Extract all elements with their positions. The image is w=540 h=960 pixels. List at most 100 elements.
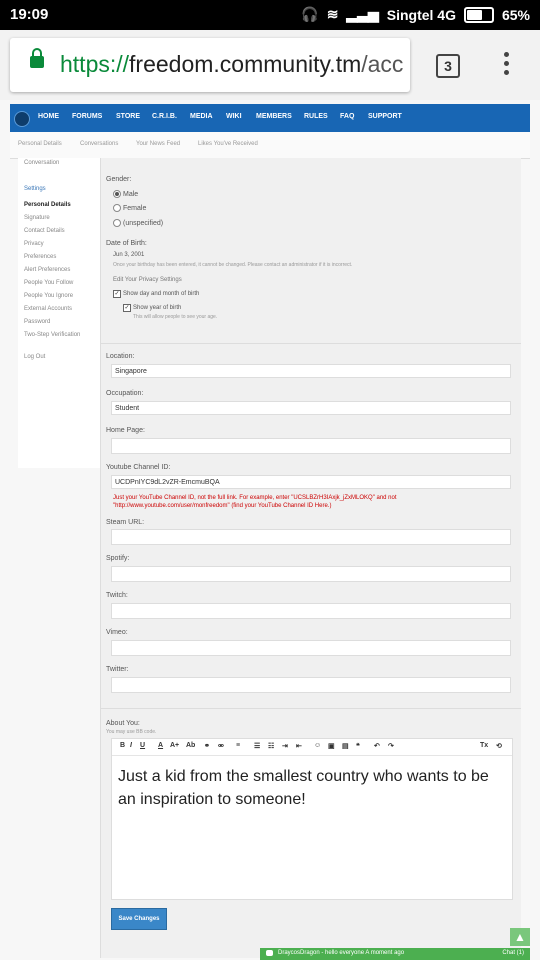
steam-input[interactable] <box>111 529 511 545</box>
vimeo-label: Vimeo: <box>106 629 128 636</box>
nav-members[interactable]: MEMBERS <box>256 113 292 120</box>
outdent-icon[interactable]: ⇤ <box>296 742 302 750</box>
nav-crib[interactable]: C.R.I.B. <box>152 113 177 120</box>
chat-count[interactable]: Chat (1) <box>502 950 524 956</box>
show-dm-checkbox[interactable]: ✓ <box>113 290 121 298</box>
location-input[interactable]: Singapore <box>111 364 511 378</box>
sidebar-section-settings[interactable]: Settings <box>24 186 46 192</box>
twitter-input[interactable] <box>111 677 511 693</box>
font-family-icon[interactable]: Ab <box>186 742 195 749</box>
save-changes-button[interactable]: Save Changes <box>111 908 167 930</box>
subnav-conversations[interactable]: Conversations <box>80 141 118 147</box>
twitch-input[interactable] <box>111 603 511 619</box>
font-size-icon[interactable]: A+ <box>170 742 179 749</box>
show-year-note: This will allow people to see your age. <box>133 314 218 320</box>
address-bar[interactable]: https://freedom.community.tm/acc <box>10 38 410 92</box>
divider <box>101 343 521 344</box>
sidebar-item-conversation[interactable]: Conversation <box>24 160 59 166</box>
quote-icon[interactable]: ❝ <box>356 742 360 750</box>
gender-male-radio[interactable] <box>113 190 121 198</box>
italic-icon[interactable]: I <box>130 742 132 749</box>
image-icon[interactable]: ▣ <box>328 742 335 750</box>
url-text[interactable]: https://freedom.community.tm/acc <box>60 51 403 78</box>
about-text[interactable]: Just a kid from the smallest country who… <box>118 765 498 811</box>
show-year-checkbox[interactable]: ✓ <box>123 304 131 312</box>
sidebar-item-people-you-ignore[interactable]: People You Ignore <box>24 293 73 299</box>
nav-store[interactable]: STORE <box>116 113 140 120</box>
web-page: HOME FORUMS STORE C.R.I.B. MEDIA WIKI ME… <box>0 100 540 960</box>
nav-faq[interactable]: FAQ <box>340 113 354 120</box>
sidebar-item-contact-details[interactable]: Contact Details <box>24 228 65 234</box>
browser-toolbar: https://freedom.community.tm/acc 3 <box>0 30 540 100</box>
font-color-icon[interactable]: A <box>158 742 163 749</box>
dob-label: Date of Birth: <box>106 240 147 247</box>
sidebar-item-signature[interactable]: Signature <box>24 215 50 221</box>
about-label: About You: <box>106 720 140 727</box>
nav-support[interactable]: SUPPORT <box>368 113 402 120</box>
sidebar-item-preferences[interactable]: Preferences <box>24 254 56 260</box>
nav-rules[interactable]: RULES <box>304 113 328 120</box>
status-time: 19:09 <box>10 6 49 23</box>
sidebar-item-personal-details[interactable]: Personal Details <box>24 202 71 208</box>
gender-female-label: Female <box>123 205 147 212</box>
twitter-label: Twitter: <box>106 666 129 673</box>
align-icon[interactable]: ≡ <box>236 742 240 749</box>
site-navbar: HOME FORUMS STORE C.R.I.B. MEDIA WIKI ME… <box>10 104 530 132</box>
dob-note: Once your birthday has been entered, it … <box>113 262 353 268</box>
editor-toolbar: B I U A A+ Ab ⚭ ⚮ ≡ ☰ ☷ ⇥ ⇤ ☺ ▣ ▤ ❝ ↶ ↷ … <box>112 739 512 756</box>
spotify-input[interactable] <box>111 566 511 582</box>
location-label: Location: <box>106 353 135 360</box>
overflow-menu-icon[interactable] <box>504 52 510 79</box>
redo-icon[interactable]: ↷ <box>388 742 394 750</box>
smilie-icon[interactable]: ☺ <box>314 742 321 749</box>
site-logo[interactable] <box>14 111 30 127</box>
status-right: 🎧 ≋ ▂▃▅ Singtel 4G 65% <box>301 6 530 23</box>
remove-format-icon[interactable]: Tx <box>480 742 488 749</box>
underline-icon[interactable]: U <box>140 742 145 749</box>
about-editor[interactable]: B I U A A+ Ab ⚭ ⚮ ≡ ☰ ☷ ⇥ ⇤ ☺ ▣ ▤ ❝ ↶ ↷ … <box>111 738 513 900</box>
subnav-likes[interactable]: Likes You've Received <box>198 141 258 147</box>
sidebar-item-privacy[interactable]: Privacy <box>24 241 44 247</box>
nav-home[interactable]: HOME <box>38 113 59 120</box>
homepage-input[interactable] <box>111 438 511 454</box>
link-icon[interactable]: ⚭ <box>204 742 210 750</box>
subnav-news-feed[interactable]: Your News Feed <box>136 141 180 147</box>
sidebar-item-logout[interactable]: Log Out <box>24 354 45 360</box>
about-note: You may use BB code. <box>106 729 157 735</box>
indent-icon[interactable]: ⇥ <box>282 742 288 750</box>
tab-count-button[interactable]: 3 <box>436 54 460 78</box>
sidebar-item-password[interactable]: Password <box>24 319 50 325</box>
sidebar-item-external-accounts[interactable]: External Accounts <box>24 306 72 312</box>
nav-wiki[interactable]: WIKI <box>226 113 242 120</box>
scroll-top-icon[interactable]: ▲ <box>510 928 530 946</box>
bullet-list-icon[interactable]: ☰ <box>254 742 260 750</box>
unlink-icon[interactable]: ⚮ <box>218 742 224 750</box>
vimeo-input[interactable] <box>111 640 511 656</box>
battery-percent: 65% <box>501 6 530 23</box>
subnav-personal-details[interactable]: Personal Details <box>18 141 62 147</box>
gender-label: Gender: <box>106 176 132 183</box>
toggle-bbcode-icon[interactable]: ⟲ <box>496 742 502 750</box>
sidebar-item-people-you-follow[interactable]: People You Follow <box>24 280 73 286</box>
gender-unspecified-radio[interactable] <box>113 219 121 227</box>
sidebar-item-two-step[interactable]: Two-Step Verification <box>24 332 80 338</box>
occupation-input[interactable]: Student <box>111 401 511 415</box>
undo-icon[interactable]: ↶ <box>374 742 380 750</box>
show-dm-label: Show day and month of birth <box>123 291 200 297</box>
account-subnav: Personal Details Conversations Your News… <box>10 132 530 159</box>
steam-label: Steam URL: <box>106 519 145 526</box>
battery-icon <box>463 6 494 23</box>
gender-female-radio[interactable] <box>113 204 121 212</box>
nav-media[interactable]: MEDIA <box>190 113 213 120</box>
chat-bar[interactable]: DraycosDragon - hello everyone A moment … <box>260 948 530 960</box>
nav-forums[interactable]: FORUMS <box>72 113 102 120</box>
youtube-label: Youtube Channel ID: <box>106 464 171 471</box>
number-list-icon[interactable]: ☷ <box>268 742 274 750</box>
youtube-input[interactable]: UCDPnIYC9dL2vZR-EmcmuBQA <box>111 475 511 489</box>
media-icon[interactable]: ▤ <box>342 742 349 750</box>
gender-unspecified-label: (unspecified) <box>123 220 164 227</box>
bold-icon[interactable]: B <box>120 742 125 749</box>
sidebar-item-alert-preferences[interactable]: Alert Preferences <box>24 267 70 273</box>
twitch-label: Twitch: <box>106 592 128 599</box>
account-sidebar: Conversation Settings Personal Details S… <box>18 158 100 468</box>
